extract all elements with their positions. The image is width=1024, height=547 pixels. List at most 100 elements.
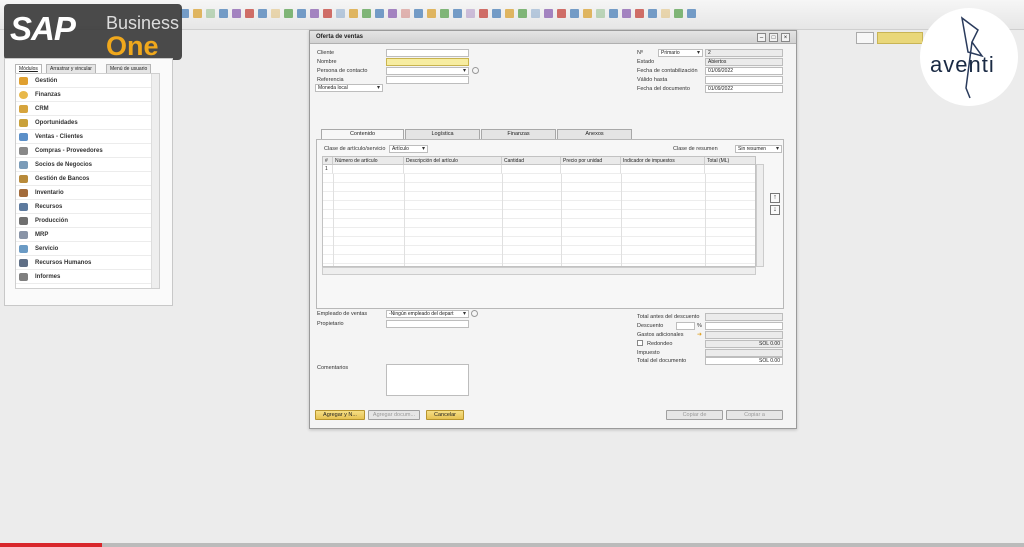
toolbar-icon[interactable] [401,9,410,18]
module-list-scrollbar[interactable] [151,74,159,288]
toolbar-icon[interactable] [544,9,553,18]
toolbar-icon[interactable] [219,9,228,18]
tab-finanzas[interactable]: Finanzas [481,129,556,139]
toolbar-icon[interactable] [518,9,527,18]
moneda-select[interactable]: Moneda local [315,84,383,92]
toolbar-icon[interactable] [453,9,462,18]
cliente-field[interactable] [386,49,469,57]
search-field[interactable] [877,32,923,44]
agregar-button[interactable]: Agregar y N... [315,410,365,420]
toolbar-icon[interactable] [375,9,384,18]
toolbar-icon[interactable] [427,9,436,18]
toolbar-icon[interactable] [388,9,397,18]
toolbar-icon[interactable] [596,9,605,18]
grid-cell[interactable] [404,165,502,174]
fecha-doc-field[interactable]: 01/09/2022 [705,85,783,93]
comentarios-field[interactable] [386,364,469,396]
toolbar-icon[interactable] [557,9,566,18]
toolbar-icon[interactable] [440,9,449,18]
clase-articulo-select[interactable]: Artículo [389,145,428,153]
module-ventas[interactable]: Ventas - Clientes [16,130,152,144]
toolbar-icon[interactable] [609,9,618,18]
toolbar-icon[interactable] [297,9,306,18]
toolbar-icon[interactable] [232,9,241,18]
toolbar-icon[interactable] [492,9,501,18]
nombre-field[interactable] [386,58,469,66]
info-icon[interactable] [471,310,478,317]
close-icon[interactable]: × [781,33,790,42]
toolbar-icon[interactable] [505,9,514,18]
tab-anexos[interactable]: Anexos [557,129,632,139]
valido-field[interactable] [705,76,783,84]
module-bancos[interactable]: Gestión de Bancos [16,172,152,186]
toolbar-icon[interactable] [687,9,696,18]
tab-modulos[interactable]: Módulos [15,64,42,73]
link-arrow-icon[interactable]: ➜ [697,331,702,338]
module-produccion[interactable]: Producción [16,214,152,228]
persona-contacto-select[interactable] [386,67,469,75]
toolbar-icon[interactable] [349,9,358,18]
module-inventario[interactable]: Inventario [16,186,152,200]
module-servicio[interactable]: Servicio [16,242,152,256]
toolbar-icon[interactable] [206,9,215,18]
copiar-de-button[interactable]: Copiar de [666,410,723,420]
toolbar-icon[interactable] [336,9,345,18]
toolbar-icon[interactable] [414,9,423,18]
toolbar-icon[interactable] [245,9,254,18]
toolbar-icon[interactable] [258,9,267,18]
grid-cell[interactable] [502,165,561,174]
toolbar-icon[interactable] [323,9,332,18]
agregar-documento-button[interactable]: Agregar docum... [368,410,420,420]
toolbar-icon[interactable] [479,9,488,18]
module-socios[interactable]: Socios de Negocios [16,158,152,172]
toolbar-icon[interactable] [648,9,657,18]
move-up-icon[interactable]: ↑ [770,193,780,203]
clase-resumen-select[interactable]: Sin resumen [735,145,782,153]
tab-logistica[interactable]: Logística [405,129,480,139]
grid-horizontal-scrollbar[interactable] [322,267,756,275]
toolbar-icon[interactable] [674,9,683,18]
toolbar-icon[interactable] [531,9,540,18]
empleado-select[interactable]: -Ningún empleado del depart [386,310,469,318]
module-oportunidades[interactable]: Oportunidades [16,116,152,130]
grid-row[interactable]: 1 [323,165,755,174]
grid-cell[interactable] [705,165,755,174]
toolbar-icon[interactable] [622,9,631,18]
toolbar-icon[interactable] [635,9,644,18]
video-progress-bar[interactable] [0,543,1024,547]
minimize-icon[interactable]: – [757,33,766,42]
toolbar-icon[interactable] [661,9,670,18]
cancelar-button[interactable]: Cancelar [426,410,464,420]
toolbar-icon[interactable] [466,9,475,18]
module-recursos[interactable]: Recursos [16,200,152,214]
items-grid[interactable]: # Número de artículo Descripción del art… [322,156,756,267]
redondeo-checkbox[interactable] [637,340,643,346]
maximize-icon[interactable]: □ [769,33,778,42]
window-titlebar[interactable]: Oferta de ventas – □ × [310,31,796,44]
toolbar-icon[interactable] [570,9,579,18]
grid-cell[interactable] [621,165,705,174]
move-down-icon[interactable]: ↓ [770,205,780,215]
module-finanzas[interactable]: Finanzas [16,88,152,102]
grid-cell[interactable] [333,165,404,174]
fecha-contab-field[interactable]: 01/09/2022 [705,67,783,75]
toolbar-icon[interactable] [271,9,280,18]
module-informes[interactable]: Informes [16,270,152,284]
module-rrhh[interactable]: Recursos Humanos [16,256,152,270]
grid-cell[interactable] [561,165,621,174]
toolbar-icon[interactable] [583,9,592,18]
propietario-field[interactable] [386,320,469,328]
info-icon[interactable] [472,67,479,74]
descuento-pct-field[interactable] [676,322,695,330]
module-compras[interactable]: Compras - Proveedores [16,144,152,158]
grid-vertical-scrollbar[interactable] [756,164,764,267]
toolbar-icon[interactable] [284,9,293,18]
descuento-field[interactable] [705,322,783,330]
series-select[interactable]: Primario [658,49,703,57]
toolbar-icon[interactable] [362,9,371,18]
copiar-a-button[interactable]: Copiar a [726,410,783,420]
module-mrp[interactable]: MRP [16,228,152,242]
tab-menu-usuario[interactable]: Menú de usuario [106,64,152,73]
module-gestion[interactable]: Gestión [16,74,152,88]
toolbar-icon[interactable] [193,9,202,18]
